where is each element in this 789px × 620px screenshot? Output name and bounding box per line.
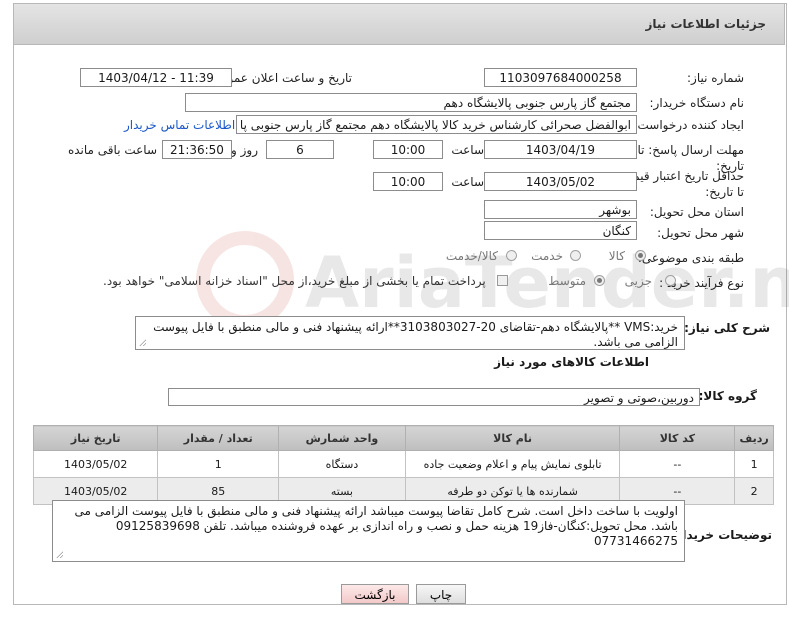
row-qty: 1 [157,450,280,478]
goods-table: ردیف کد کالا نام کالا واحد شمارش تعداد /… [32,425,774,505]
need-number-label: شماره نیاز: [687,71,744,85]
city-field: کنگان [484,221,637,240]
price-validity-date-field: 1403/05/02 [484,172,637,191]
description-textarea: خرید:VMS **پالایشگاه دهم-تقاضای 20-31038… [135,316,685,350]
process-minor-radio[interactable] [665,275,676,286]
page-title: جزئیات اطلاعات نیاز [645,17,766,31]
province-label: استان محل تحویل: [649,205,744,219]
row-code: -- [619,450,736,478]
description-label: شرح کلی نیاز: [684,321,770,335]
category-goods-radio[interactable] [635,250,646,261]
remaining-time-label: ساعت باقی مانده [67,143,157,157]
row-unit: دستگاه [278,450,406,478]
row-index: 2 [734,477,774,505]
goods-group-field: دوربین،صوتی و تصویر [168,388,700,406]
buyer-org-label: نام دستگاه خریدار: [649,96,745,110]
table-row[interactable]: 1 -- تابلوی نمایش پیام و اعلام وضعیت جاد… [32,450,774,478]
days-remaining-field: 6 [266,140,334,159]
col-name: نام کالا [404,425,621,451]
resize-grip-icon[interactable] [139,339,146,346]
treasury-payment-checkbox[interactable] [497,275,508,286]
contact-info-link[interactable]: اطلاعات تماس خریدار [124,118,235,132]
row-date: 1403/05/02 [32,450,159,478]
announce-datetime-field: 1403/04/12 - 11:39 [80,68,232,87]
goods-table-header: ردیف کد کالا نام کالا واحد شمارش تعداد /… [32,425,774,451]
resize-grip-icon[interactable] [56,551,63,558]
row-index: 1 [734,450,774,478]
description-text: خرید:VMS **پالایشگاه دهم-تقاضای 20-31038… [153,320,678,349]
goods-section-title: اطلاعات کالاهای مورد نیاز [494,355,649,369]
col-unit: واحد شمارش [278,425,406,451]
treasury-payment-note: پرداخت تمام یا بخشی از مبلغ خرید،از محل … [103,274,486,288]
province-field: بوشهر [484,200,637,219]
buyer-notes-textarea: اولویت با ساخت داخل است. شرح کامل تقاضا … [52,500,685,562]
print-button[interactable]: چاپ [416,584,466,604]
creator-field: ابوالفضل صحرائی کارشناس خرید کالا پالایش… [236,115,637,134]
price-validity-time-label: ساعت [451,175,484,189]
creator-label: ایجاد کننده درخواست: [633,118,744,132]
col-qty: تعداد / مقدار [157,425,280,451]
category-goods-label: کالا [608,249,625,263]
city-label: شهر محل تحویل: [657,226,744,240]
process-medium-radio[interactable] [594,275,605,286]
need-number-field: 1103097684000258 [484,68,637,87]
deadline-date-field: 1403/04/19 [484,140,637,159]
buyer-notes-text: اولویت با ساخت داخل است. شرح کامل تقاضا … [74,504,678,548]
category-service-radio[interactable] [570,250,581,261]
category-service-label: خدمت [531,249,563,263]
category-goods-service-radio[interactable] [506,250,517,261]
col-code: کد کالا [619,425,736,451]
category-goods-service-label: کالا/خدمت [445,249,498,263]
process-medium-label: متوسط [548,274,586,288]
row-name: تابلوی نمایش پیام و اعلام وضعیت جاده [404,450,621,478]
remaining-time-field: 21:36:50 [162,140,232,159]
category-label: طبقه بندی موضوعی: [637,251,744,265]
back-button[interactable]: بازگشت [341,584,409,604]
buyer-org-field: مجتمع گاز پارس جنوبی پالایشگاه دهم [185,93,637,112]
price-validity-time-field: 10:00 [373,172,443,191]
days-label: روز و [231,143,258,157]
buyer-notes-label: توضیحات خریدار: [670,528,772,542]
col-index: ردیف [734,425,774,451]
col-date: تاریخ نیاز [32,425,159,451]
deadline-time-field: 10:00 [373,140,443,159]
panel-header: جزئیات اطلاعات نیاز [13,3,785,45]
process-minor-label: جزیی [624,274,652,288]
goods-group-label: گروه کالا: [698,389,757,403]
deadline-time-label: ساعت [451,143,484,157]
